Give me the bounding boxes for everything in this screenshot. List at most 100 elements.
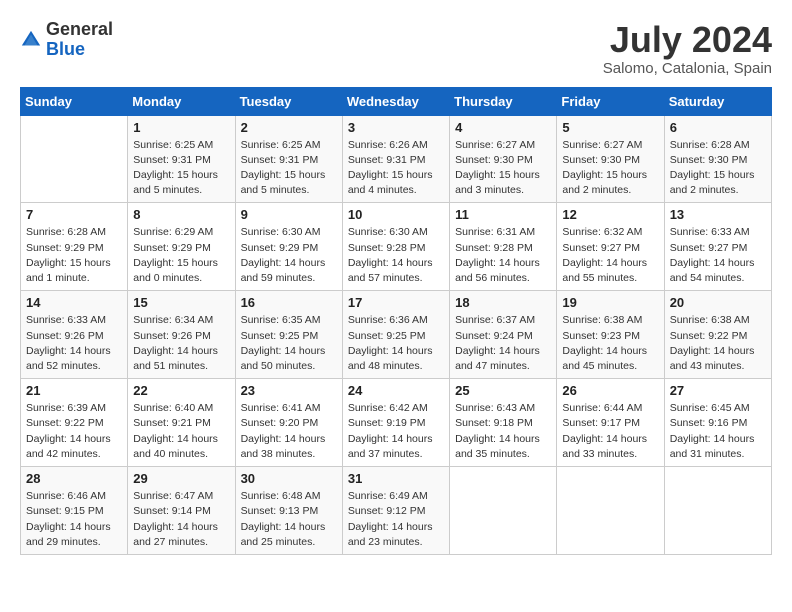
- day-number: 2: [241, 120, 337, 135]
- day-info: Sunrise: 6:46 AMSunset: 9:15 PMDaylight:…: [26, 489, 122, 550]
- day-number: 11: [455, 207, 551, 222]
- day-info: Sunrise: 6:42 AMSunset: 9:19 PMDaylight:…: [348, 401, 444, 462]
- day-number: 6: [670, 120, 766, 135]
- location-subtitle: Salomo, Catalonia, Spain: [603, 60, 772, 77]
- day-info: Sunrise: 6:39 AMSunset: 9:22 PMDaylight:…: [26, 401, 122, 462]
- day-number: 22: [133, 383, 229, 398]
- day-info: Sunrise: 6:34 AMSunset: 9:26 PMDaylight:…: [133, 313, 229, 374]
- day-info: Sunrise: 6:26 AMSunset: 9:31 PMDaylight:…: [348, 138, 444, 199]
- day-info: Sunrise: 6:45 AMSunset: 9:16 PMDaylight:…: [670, 401, 766, 462]
- calendar-cell: [21, 115, 128, 203]
- day-info: Sunrise: 6:40 AMSunset: 9:21 PMDaylight:…: [133, 401, 229, 462]
- day-number: 9: [241, 207, 337, 222]
- calendar-week-row: 21 Sunrise: 6:39 AMSunset: 9:22 PMDayligh…: [21, 379, 772, 467]
- day-info: Sunrise: 6:38 AMSunset: 9:22 PMDaylight:…: [670, 313, 766, 374]
- day-info: Sunrise: 6:25 AMSunset: 9:31 PMDaylight:…: [241, 138, 337, 199]
- day-number: 3: [348, 120, 444, 135]
- day-number: 7: [26, 207, 122, 222]
- weekday-header-wednesday: Wednesday: [342, 87, 449, 115]
- day-info: Sunrise: 6:30 AMSunset: 9:28 PMDaylight:…: [348, 225, 444, 286]
- calendar-cell: 6 Sunrise: 6:28 AMSunset: 9:30 PMDaylight…: [664, 115, 771, 203]
- calendar-cell: 8 Sunrise: 6:29 AMSunset: 9:29 PMDaylight…: [128, 203, 235, 291]
- calendar-week-row: 14Sunrise: 6:33 AMSunset: 9:26 PMDayligh…: [21, 291, 772, 379]
- calendar-cell: 21 Sunrise: 6:39 AMSunset: 9:22 PMDayligh…: [21, 379, 128, 467]
- day-number: 18: [455, 295, 551, 310]
- calendar-cell: 12 Sunrise: 6:32 AMSunset: 9:27 PMDayligh…: [557, 203, 664, 291]
- calendar-cell: [664, 467, 771, 555]
- day-number: 4: [455, 120, 551, 135]
- calendar-cell: [450, 467, 557, 555]
- logo-general-text: General: [46, 19, 113, 39]
- day-info: Sunrise: 6:36 AMSunset: 9:25 PMDaylight:…: [348, 313, 444, 374]
- calendar-cell: 11 Sunrise: 6:31 AMSunset: 9:28 PMDayligh…: [450, 203, 557, 291]
- day-info: Sunrise: 6:38 AMSunset: 9:23 PMDaylight:…: [562, 313, 658, 374]
- calendar-cell: 4 Sunrise: 6:27 AMSunset: 9:30 PMDaylight…: [450, 115, 557, 203]
- day-info: Sunrise: 6:27 AMSunset: 9:30 PMDaylight:…: [562, 138, 658, 199]
- calendar-week-row: 1 Sunrise: 6:25 AMSunset: 9:31 PMDaylight…: [21, 115, 772, 203]
- day-number: 12: [562, 207, 658, 222]
- calendar-week-row: 7 Sunrise: 6:28 AMSunset: 9:29 PMDaylight…: [21, 203, 772, 291]
- calendar-cell: 7 Sunrise: 6:28 AMSunset: 9:29 PMDaylight…: [21, 203, 128, 291]
- calendar-cell: 17 Sunrise: 6:36 AMSunset: 9:25 PMDayligh…: [342, 291, 449, 379]
- day-info: Sunrise: 6:28 AMSunset: 9:30 PMDaylight:…: [670, 138, 766, 199]
- day-number: 5: [562, 120, 658, 135]
- day-info: Sunrise: 6:31 AMSunset: 9:28 PMDaylight:…: [455, 225, 551, 286]
- day-number: 21: [26, 383, 122, 398]
- weekday-header-thursday: Thursday: [450, 87, 557, 115]
- month-year-title: July 2024: [603, 20, 772, 60]
- day-info: Sunrise: 6:30 AMSunset: 9:29 PMDaylight:…: [241, 225, 337, 286]
- day-number: 1: [133, 120, 229, 135]
- calendar-cell: 16Sunrise: 6:35 AMSunset: 9:25 PMDayligh…: [235, 291, 342, 379]
- day-number: 31: [348, 471, 444, 486]
- day-info: Sunrise: 6:25 AMSunset: 9:31 PMDaylight:…: [133, 138, 229, 199]
- day-number: 25: [455, 383, 551, 398]
- calendar-cell: 23 Sunrise: 6:41 AMSunset: 9:20 PMDayligh…: [235, 379, 342, 467]
- day-number: 23: [241, 383, 337, 398]
- calendar-cell: 13Sunrise: 6:33 AMSunset: 9:27 PMDayligh…: [664, 203, 771, 291]
- day-info: Sunrise: 6:47 AMSunset: 9:14 PMDaylight:…: [133, 489, 229, 550]
- calendar-cell: 30Sunrise: 6:48 AMSunset: 9:13 PMDayligh…: [235, 467, 342, 555]
- calendar-cell: 9 Sunrise: 6:30 AMSunset: 9:29 PMDaylight…: [235, 203, 342, 291]
- day-number: 14: [26, 295, 122, 310]
- calendar-cell: 27 Sunrise: 6:45 AMSunset: 9:16 PMDayligh…: [664, 379, 771, 467]
- calendar-cell: 14Sunrise: 6:33 AMSunset: 9:26 PMDayligh…: [21, 291, 128, 379]
- calendar-cell: 3 Sunrise: 6:26 AMSunset: 9:31 PMDaylight…: [342, 115, 449, 203]
- day-info: Sunrise: 6:29 AMSunset: 9:29 PMDaylight:…: [133, 225, 229, 286]
- day-number: 16: [241, 295, 337, 310]
- calendar-cell: [557, 467, 664, 555]
- calendar-cell: 1 Sunrise: 6:25 AMSunset: 9:31 PMDaylight…: [128, 115, 235, 203]
- calendar-cell: 31 Sunrise: 6:49 AMSunset: 9:12 PMDayligh…: [342, 467, 449, 555]
- day-number: 27: [670, 383, 766, 398]
- day-info: Sunrise: 6:37 AMSunset: 9:24 PMDaylight:…: [455, 313, 551, 374]
- weekday-header-tuesday: Tuesday: [235, 87, 342, 115]
- calendar-week-row: 28Sunrise: 6:46 AMSunset: 9:15 PMDayligh…: [21, 467, 772, 555]
- day-number: 20: [670, 295, 766, 310]
- day-number: 29: [133, 471, 229, 486]
- weekday-header-sunday: Sunday: [21, 87, 128, 115]
- logo: General Blue: [20, 20, 113, 60]
- day-info: Sunrise: 6:49 AMSunset: 9:12 PMDaylight:…: [348, 489, 444, 550]
- day-info: Sunrise: 6:41 AMSunset: 9:20 PMDaylight:…: [241, 401, 337, 462]
- weekday-header-friday: Friday: [557, 87, 664, 115]
- calendar-cell: 5 Sunrise: 6:27 AMSunset: 9:30 PMDaylight…: [557, 115, 664, 203]
- calendar-cell: 22 Sunrise: 6:40 AMSunset: 9:21 PMDayligh…: [128, 379, 235, 467]
- calendar-cell: 29 Sunrise: 6:47 AMSunset: 9:14 PMDayligh…: [128, 467, 235, 555]
- day-info: Sunrise: 6:33 AMSunset: 9:27 PMDaylight:…: [670, 225, 766, 286]
- weekday-header-row: SundayMondayTuesdayWednesdayThursdayFrid…: [21, 87, 772, 115]
- page-header: General Blue July 2024 Salomo, Catalonia…: [20, 20, 772, 77]
- day-info: Sunrise: 6:48 AMSunset: 9:13 PMDaylight:…: [241, 489, 337, 550]
- title-block: July 2024 Salomo, Catalonia, Spain: [603, 20, 772, 77]
- calendar-cell: 18 Sunrise: 6:37 AMSunset: 9:24 PMDayligh…: [450, 291, 557, 379]
- calendar-cell: 26Sunrise: 6:44 AMSunset: 9:17 PMDayligh…: [557, 379, 664, 467]
- day-info: Sunrise: 6:44 AMSunset: 9:17 PMDaylight:…: [562, 401, 658, 462]
- day-number: 24: [348, 383, 444, 398]
- calendar-cell: 10Sunrise: 6:30 AMSunset: 9:28 PMDayligh…: [342, 203, 449, 291]
- day-info: Sunrise: 6:32 AMSunset: 9:27 PMDaylight:…: [562, 225, 658, 286]
- day-info: Sunrise: 6:28 AMSunset: 9:29 PMDaylight:…: [26, 225, 122, 286]
- logo-icon: [20, 29, 42, 51]
- calendar-cell: 24 Sunrise: 6:42 AMSunset: 9:19 PMDayligh…: [342, 379, 449, 467]
- day-info: Sunrise: 6:27 AMSunset: 9:30 PMDaylight:…: [455, 138, 551, 199]
- day-number: 17: [348, 295, 444, 310]
- day-number: 8: [133, 207, 229, 222]
- weekday-header-saturday: Saturday: [664, 87, 771, 115]
